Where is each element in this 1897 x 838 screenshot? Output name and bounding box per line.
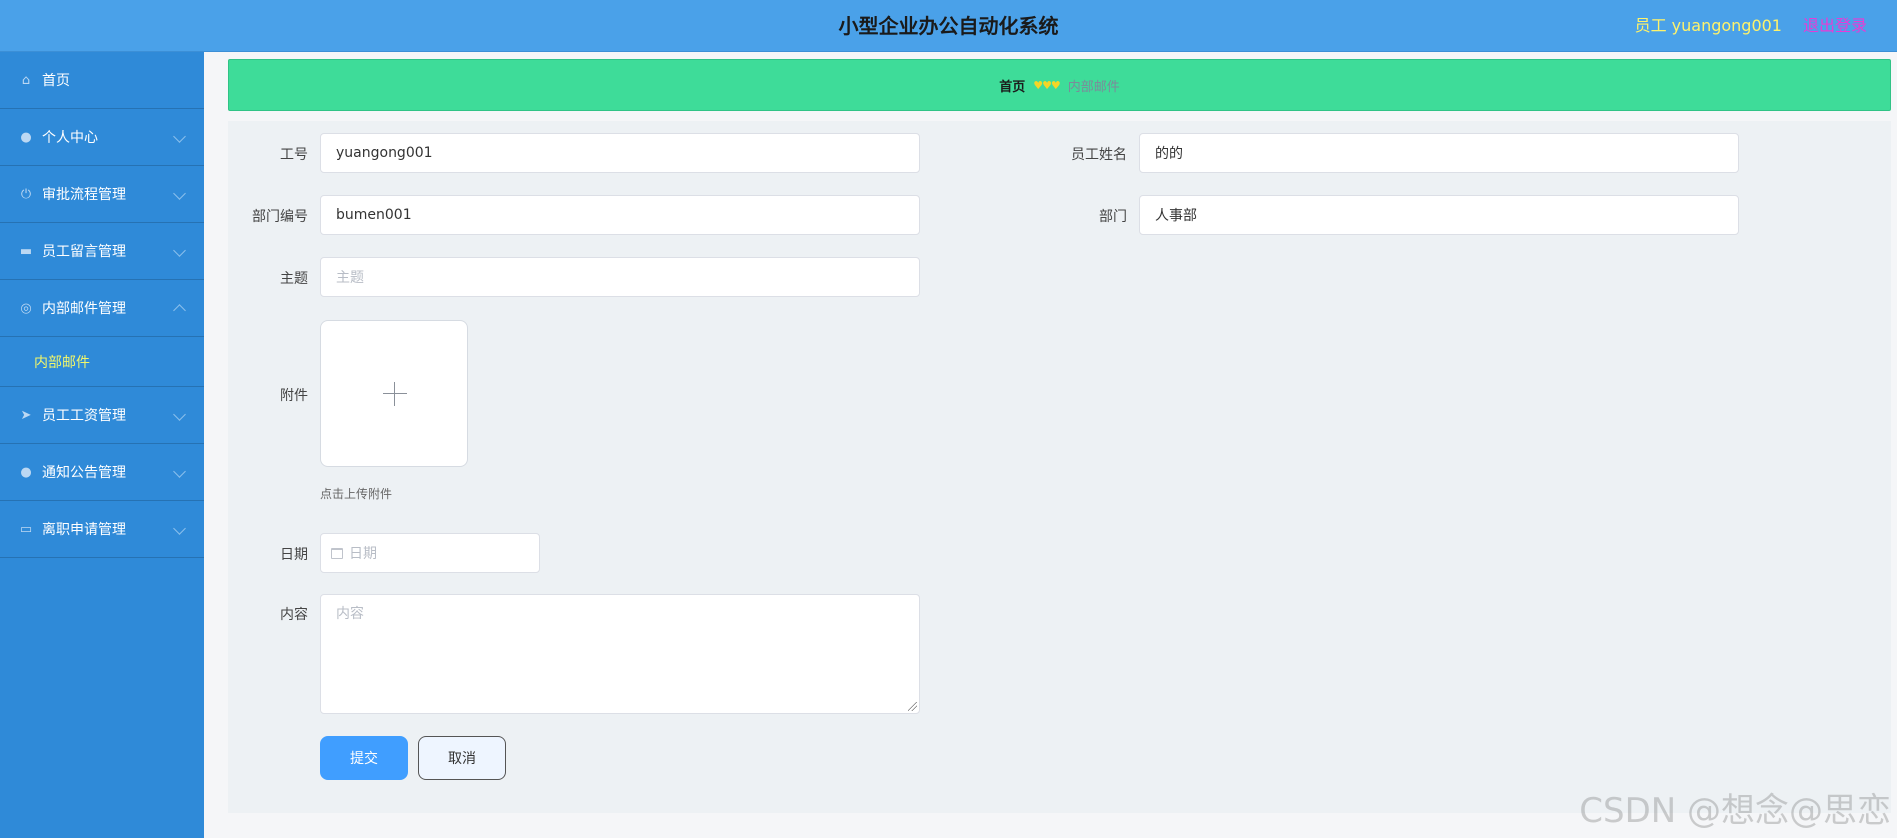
attachment-tip: 点击上传附件 <box>320 487 393 501</box>
employee-name-field[interactable]: 的的 <box>1139 133 1739 173</box>
subject-label: 主题 <box>280 271 308 287</box>
resize-grip-icon[interactable] <box>908 702 917 711</box>
employee-no-field[interactable]: yuangong001 <box>320 133 920 173</box>
breadcrumb-current: 内部邮件 <box>1067 79 1120 95</box>
subject-input[interactable]: 主题 <box>320 257 920 297</box>
breadcrumb-home[interactable]: 首页 <box>999 76 1025 95</box>
user-icon: ● <box>20 129 32 145</box>
top-header: 小型企业办公自动化系统 员工 yuangong001 退出登录 <box>0 0 1897 52</box>
watermark: CSDN @想念@思恋 <box>1579 791 1891 831</box>
sidebar-item-messages[interactable]: ▬ 员工留言管理 <box>0 223 204 280</box>
chevron-up-icon <box>173 304 186 317</box>
sidebar-subitem-internal-mail[interactable]: 内部邮件 <box>0 337 204 387</box>
breadcrumb: 首页 ♥♥♥ 内部邮件 <box>228 59 1891 111</box>
logout-link[interactable]: 退出登录 <box>1803 12 1867 36</box>
date-label: 日期 <box>280 547 308 563</box>
dept-no-label: 部门编号 <box>252 209 308 225</box>
dept-field[interactable]: 人事部 <box>1139 195 1739 235</box>
dept-no-field[interactable]: bumen001 <box>320 195 920 235</box>
plus-icon-stroke <box>394 382 395 406</box>
content-textarea[interactable]: 内容 <box>320 594 920 714</box>
send-icon: ➤ <box>20 407 32 423</box>
chevron-down-icon <box>173 408 186 421</box>
submit-button[interactable]: 提交 <box>320 736 408 780</box>
sidebar-item-resignation[interactable]: ▭ 离职申请管理 <box>0 501 204 558</box>
sidebar-item-label: 员工留言管理 <box>42 244 126 260</box>
date-picker[interactable]: 日期 <box>320 533 540 573</box>
monitor-icon: ▬ <box>19 243 33 259</box>
sidebar-item-salary[interactable]: ➤ 员工工资管理 <box>0 387 204 444</box>
sidebar: ⌂ 首页 ● 个人中心 ⏻ 审批流程管理 ▬ 员工留言管理 ◎ 内部邮件管理 内… <box>0 52 204 838</box>
sidebar-item-home[interactable]: ⌂ 首页 <box>0 52 204 109</box>
sidebar-item-label: 审批流程管理 <box>42 187 126 203</box>
content-label: 内容 <box>280 607 308 623</box>
sidebar-item-notices[interactable]: ● 通知公告管理 <box>0 444 204 501</box>
sidebar-item-label: 首页 <box>42 73 70 89</box>
chevron-down-icon <box>173 187 186 200</box>
employee-name-label: 员工姓名 <box>1071 147 1127 163</box>
sidebar-item-approval[interactable]: ⏻ 审批流程管理 <box>0 166 204 223</box>
date-placeholder: 日期 <box>349 546 377 562</box>
home-icon: ⌂ <box>21 72 31 88</box>
sidebar-item-label: 个人中心 <box>42 130 98 146</box>
power-icon: ⏻ <box>20 186 32 202</box>
sidebar-item-label: 员工工资管理 <box>42 408 126 424</box>
sidebar-item-personal-center[interactable]: ● 个人中心 <box>0 109 204 166</box>
dept-label: 部门 <box>1099 209 1127 225</box>
card-icon: ▭ <box>19 521 33 537</box>
chevron-down-icon <box>173 130 186 143</box>
chevron-down-icon <box>173 244 186 257</box>
cancel-button[interactable]: 取消 <box>418 736 506 780</box>
heart-separator-icon: ♥♥♥ <box>1033 78 1061 92</box>
compass-icon: ◎ <box>20 300 32 316</box>
app-title: 小型企业办公自动化系统 <box>838 14 1059 38</box>
user-icon: ● <box>20 464 32 480</box>
sidebar-item-label: 内部邮件管理 <box>42 301 126 317</box>
attachment-label: 附件 <box>280 388 308 404</box>
plus-icon <box>383 393 407 394</box>
chevron-down-icon <box>173 522 186 535</box>
content-placeholder: 内容 <box>336 606 364 622</box>
sidebar-item-label: 离职申请管理 <box>42 522 126 538</box>
current-user-label: 员工 yuangong001 <box>1634 16 1782 35</box>
chevron-down-icon <box>173 465 186 478</box>
sidebar-item-label: 通知公告管理 <box>42 465 126 481</box>
employee-no-label: 工号 <box>280 147 308 163</box>
sidebar-item-internal-mail[interactable]: ◎ 内部邮件管理 <box>0 280 204 337</box>
attachment-upload-box[interactable] <box>320 320 468 467</box>
calendar-icon <box>331 547 343 559</box>
